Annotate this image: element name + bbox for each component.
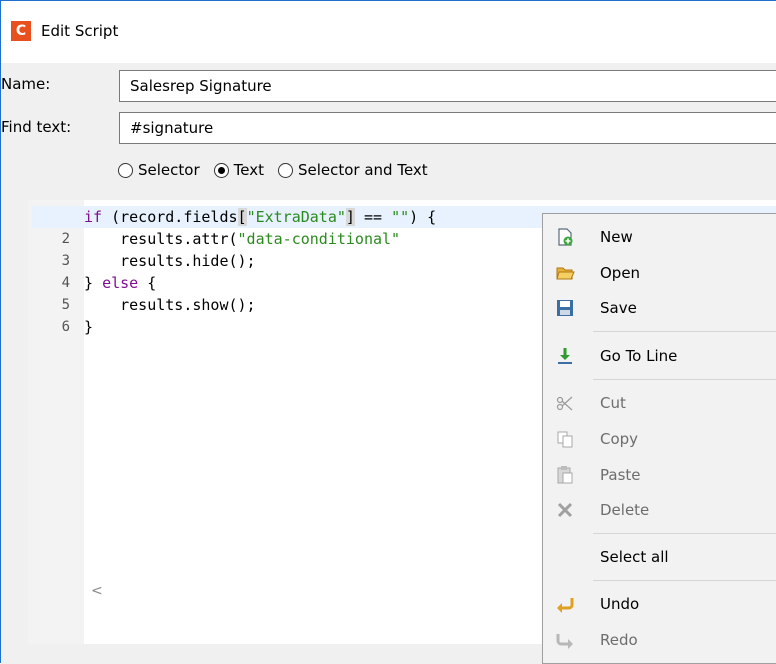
menu-item-go-to-line[interactable]: Go To Line bbox=[543, 339, 776, 373]
code-token: "data-conditional" bbox=[237, 230, 401, 248]
line-number: 6 bbox=[61, 319, 70, 335]
name-input[interactable]: Salesrep Signature bbox=[119, 70, 776, 102]
menu-item-new[interactable]: New bbox=[543, 220, 776, 254]
copy-icon bbox=[557, 431, 573, 448]
menu-item-cut[interactable]: Cut bbox=[543, 386, 776, 420]
radio-text-circle[interactable] bbox=[213, 162, 229, 178]
find-text-label: Find text: bbox=[1, 118, 72, 136]
line-number: 3 bbox=[61, 253, 70, 269]
code-token: results.hide(); bbox=[84, 252, 256, 270]
code-token: results.show(); bbox=[84, 296, 256, 314]
new-file-icon bbox=[558, 228, 573, 246]
scissors-icon bbox=[556, 396, 573, 411]
code-token: ] bbox=[345, 208, 355, 226]
menu-item-label: New bbox=[600, 228, 633, 246]
menu-item-copy[interactable]: Copy bbox=[543, 422, 776, 456]
code-token: results.attr( bbox=[84, 230, 238, 248]
menu-separator bbox=[593, 580, 776, 581]
menu-item-label: Save bbox=[600, 299, 637, 317]
menu-item-label: Open bbox=[600, 264, 641, 282]
menu-item-label: Select all bbox=[600, 548, 669, 566]
menu-item-label: Cut bbox=[600, 394, 626, 412]
code-token: if bbox=[84, 208, 103, 226]
line-number: 2 bbox=[61, 231, 70, 247]
paste-icon bbox=[557, 466, 573, 484]
code-token: == bbox=[354, 208, 392, 226]
code-token: "ExtraData" bbox=[246, 208, 346, 226]
radio-selector-label: Selector bbox=[138, 161, 200, 179]
code-token: else bbox=[102, 274, 139, 292]
menu-item-select-all[interactable]: Select all bbox=[543, 540, 776, 574]
menu-item-label: Redo bbox=[600, 631, 638, 649]
edit-script-window: C Edit Script Name: Salesrep Signature F… bbox=[0, 0, 776, 664]
menu-item-label: Go To Line bbox=[600, 347, 678, 365]
radio-text[interactable]: Text bbox=[213, 161, 264, 179]
window-title: Edit Script bbox=[41, 22, 119, 40]
menu-item-redo[interactable]: Redo bbox=[543, 623, 776, 657]
radio-selector-and-text-circle[interactable] bbox=[277, 162, 293, 178]
code-token: "" bbox=[391, 208, 410, 226]
line-number: 4 bbox=[61, 275, 70, 291]
context-menu: New Open Save Go To Line Cut Copy Paste … bbox=[542, 213, 776, 664]
menu-item-label: Copy bbox=[600, 430, 639, 448]
redo-icon bbox=[556, 634, 573, 649]
radio-text-label: Text bbox=[233, 161, 264, 179]
menu-item-paste[interactable]: Paste bbox=[543, 458, 776, 492]
radio-selector-circle[interactable] bbox=[118, 162, 133, 178]
line-number-gutter: 1 2 3 4 5 6 bbox=[28, 200, 84, 644]
save-disk-icon bbox=[557, 300, 573, 316]
radio-selector-and-text[interactable]: Selector and Text bbox=[277, 161, 428, 179]
delete-x-icon bbox=[557, 502, 573, 518]
menu-item-label: Delete bbox=[600, 501, 650, 519]
match-mode-radio-group: Selector Text Selector and Text bbox=[118, 158, 442, 182]
app-logo-icon: C bbox=[11, 21, 31, 41]
undo-icon bbox=[557, 598, 574, 613]
menu-item-save[interactable]: Save bbox=[543, 291, 776, 325]
title-bar: C Edit Script bbox=[1, 1, 776, 63]
name-label: Name: bbox=[1, 75, 51, 93]
code-token: } bbox=[84, 318, 94, 336]
menu-item-open[interactable]: Open bbox=[543, 256, 776, 290]
find-text-input[interactable]: #signature bbox=[119, 112, 776, 144]
scroll-left-arrow-icon[interactable]: < bbox=[91, 583, 103, 599]
code-token: (record.fields bbox=[102, 208, 238, 226]
menu-item-delete[interactable]: Delete bbox=[543, 493, 776, 527]
menu-item-undo[interactable]: Undo bbox=[543, 587, 776, 621]
radio-selector[interactable]: Selector bbox=[118, 161, 200, 179]
line-number: 5 bbox=[61, 297, 70, 313]
code-token: } bbox=[84, 274, 103, 292]
code-token: ) { bbox=[409, 208, 437, 226]
go-to-line-icon bbox=[558, 348, 572, 364]
code-token: [ bbox=[237, 208, 247, 226]
open-folder-icon bbox=[556, 267, 575, 280]
code-token: { bbox=[138, 274, 157, 292]
menu-separator bbox=[593, 533, 776, 534]
menu-separator bbox=[593, 379, 776, 380]
menu-item-label: Paste bbox=[600, 466, 641, 484]
menu-separator bbox=[593, 331, 776, 332]
menu-item-label: Undo bbox=[600, 595, 640, 613]
radio-selector-and-text-label: Selector and Text bbox=[297, 161, 428, 179]
